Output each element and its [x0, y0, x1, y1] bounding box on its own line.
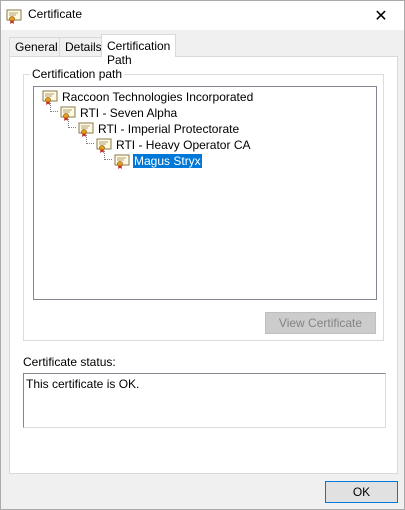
tree-node-label: RTI - Heavy Operator CA: [116, 138, 251, 152]
tree-node-root[interactable]: Raccoon Technologies Incorporated: [42, 89, 254, 105]
close-icon: ✕: [374, 7, 388, 25]
tree-node-level-3[interactable]: RTI - Heavy Operator CA: [96, 137, 251, 153]
certificate-dialog: Certificate ✕ General Details Certificat…: [0, 0, 405, 510]
certification-path-tree[interactable]: Raccoon Technologies Incorporated RTI - …: [33, 86, 377, 300]
certificate-status-label: Certificate status:: [23, 355, 116, 369]
certification-path-panel: Certification path Raccoon Technologies …: [9, 56, 398, 474]
certificate-icon: [6, 8, 22, 24]
certificate-status-text: This certificate is OK.: [26, 377, 140, 391]
window-title: Certificate: [28, 7, 83, 21]
certification-path-label: Certification path: [30, 67, 125, 81]
certificate-icon: [42, 89, 58, 105]
tree-node-label: RTI - Imperial Protectorate: [98, 122, 240, 136]
certificate-icon: [96, 137, 112, 153]
view-certificate-button[interactable]: View Certificate: [265, 312, 376, 334]
tree-node-label: Raccoon Technologies Incorporated: [62, 90, 254, 104]
ok-button[interactable]: OK: [325, 481, 398, 503]
tree-node-level-2[interactable]: RTI - Imperial Protectorate: [78, 121, 240, 137]
close-button[interactable]: ✕: [358, 1, 404, 30]
tab-general[interactable]: General: [9, 37, 64, 56]
tree-node-label: Magus Stryx: [132, 153, 203, 169]
tree-node-leaf-selected[interactable]: Magus Stryx: [114, 153, 203, 169]
tree-node-level-1[interactable]: RTI - Seven Alpha: [60, 105, 178, 121]
certificate-icon: [78, 121, 94, 137]
tab-certification-path[interactable]: Certification Path: [101, 34, 177, 67]
certificate-icon: [60, 105, 76, 121]
title-bar[interactable]: Certificate ✕: [1, 1, 404, 30]
certificate-icon: [114, 153, 130, 169]
certificate-status-box[interactable]: This certificate is OK.: [23, 373, 386, 428]
tree-node-label: RTI - Seven Alpha: [80, 106, 178, 120]
